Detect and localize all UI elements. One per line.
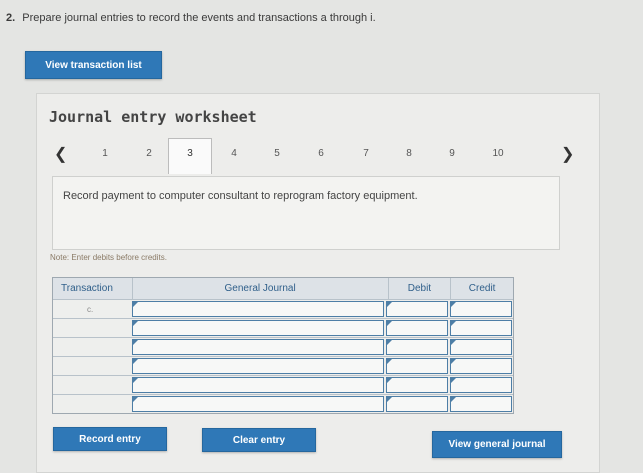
table-row: c. [53, 299, 513, 318]
row-transaction-label [53, 319, 132, 337]
credit-input[interactable] [450, 358, 512, 374]
question-number: 2. [6, 12, 16, 24]
chevron-right-icon[interactable]: ❯ [561, 144, 574, 164]
account-input[interactable] [132, 339, 385, 355]
header-credit: Credit [450, 278, 513, 299]
table-row [53, 337, 513, 356]
worksheet-title: Journal entry worksheet [49, 108, 257, 126]
debit-input[interactable] [386, 301, 449, 317]
question-prompt: 2. Prepare journal entries to record the… [6, 12, 376, 24]
page-9[interactable]: 9 [442, 148, 462, 159]
table-row [53, 375, 513, 394]
account-input[interactable] [132, 358, 385, 374]
view-transaction-list-button[interactable]: View transaction list [25, 51, 162, 79]
debit-input[interactable] [386, 320, 449, 336]
clear-entry-button[interactable]: Clear entry [202, 428, 316, 452]
page-1[interactable]: 1 [95, 148, 115, 159]
credit-input[interactable] [450, 320, 512, 336]
page-8[interactable]: 8 [399, 148, 419, 159]
account-input[interactable] [132, 301, 385, 317]
account-input[interactable] [132, 377, 385, 393]
header-general-journal: General Journal [131, 278, 388, 299]
debit-input[interactable] [386, 339, 449, 355]
credit-input[interactable] [450, 377, 512, 393]
row-transaction-label [53, 357, 132, 375]
page-5[interactable]: 5 [267, 148, 287, 159]
header-debit: Debit [387, 278, 451, 299]
note-text: Note: Enter debits before credits. [50, 253, 167, 262]
page-10[interactable]: 10 [488, 148, 508, 159]
debit-input[interactable] [386, 396, 449, 412]
table-row [53, 318, 513, 337]
row-transaction-label [53, 395, 132, 413]
table-header-row: Transaction General Journal Debit Credit [53, 278, 513, 299]
record-entry-button[interactable]: Record entry [53, 427, 167, 451]
account-input[interactable] [132, 396, 385, 412]
row-transaction-label: c. [53, 300, 132, 318]
credit-input[interactable] [450, 339, 512, 355]
debit-input[interactable] [386, 358, 449, 374]
credit-input[interactable] [450, 301, 512, 317]
page-4[interactable]: 4 [224, 148, 244, 159]
table-row [53, 356, 513, 375]
view-general-journal-button[interactable]: View general journal [432, 431, 562, 458]
page-7[interactable]: 7 [356, 148, 376, 159]
transaction-description: Record payment to computer consultant to… [52, 176, 560, 250]
account-input[interactable] [132, 320, 385, 336]
row-transaction-label [53, 376, 132, 394]
debit-input[interactable] [386, 377, 449, 393]
table-row [53, 394, 513, 413]
journal-table: Transaction General Journal Debit Credit… [52, 277, 514, 414]
page-3-active[interactable]: 3 [168, 138, 212, 174]
question-text: Prepare journal entries to record the ev… [22, 12, 376, 24]
row-transaction-label [53, 338, 132, 356]
page-6[interactable]: 6 [311, 148, 331, 159]
chevron-left-icon[interactable]: ❮ [54, 144, 67, 164]
credit-input[interactable] [450, 396, 512, 412]
page-2[interactable]: 2 [139, 148, 159, 159]
header-transaction: Transaction [61, 283, 113, 294]
worksheet-pager: ❮ 1 2 3 4 5 6 7 8 9 10 ❯ [44, 138, 584, 174]
description-text: Record payment to computer consultant to… [63, 190, 418, 202]
